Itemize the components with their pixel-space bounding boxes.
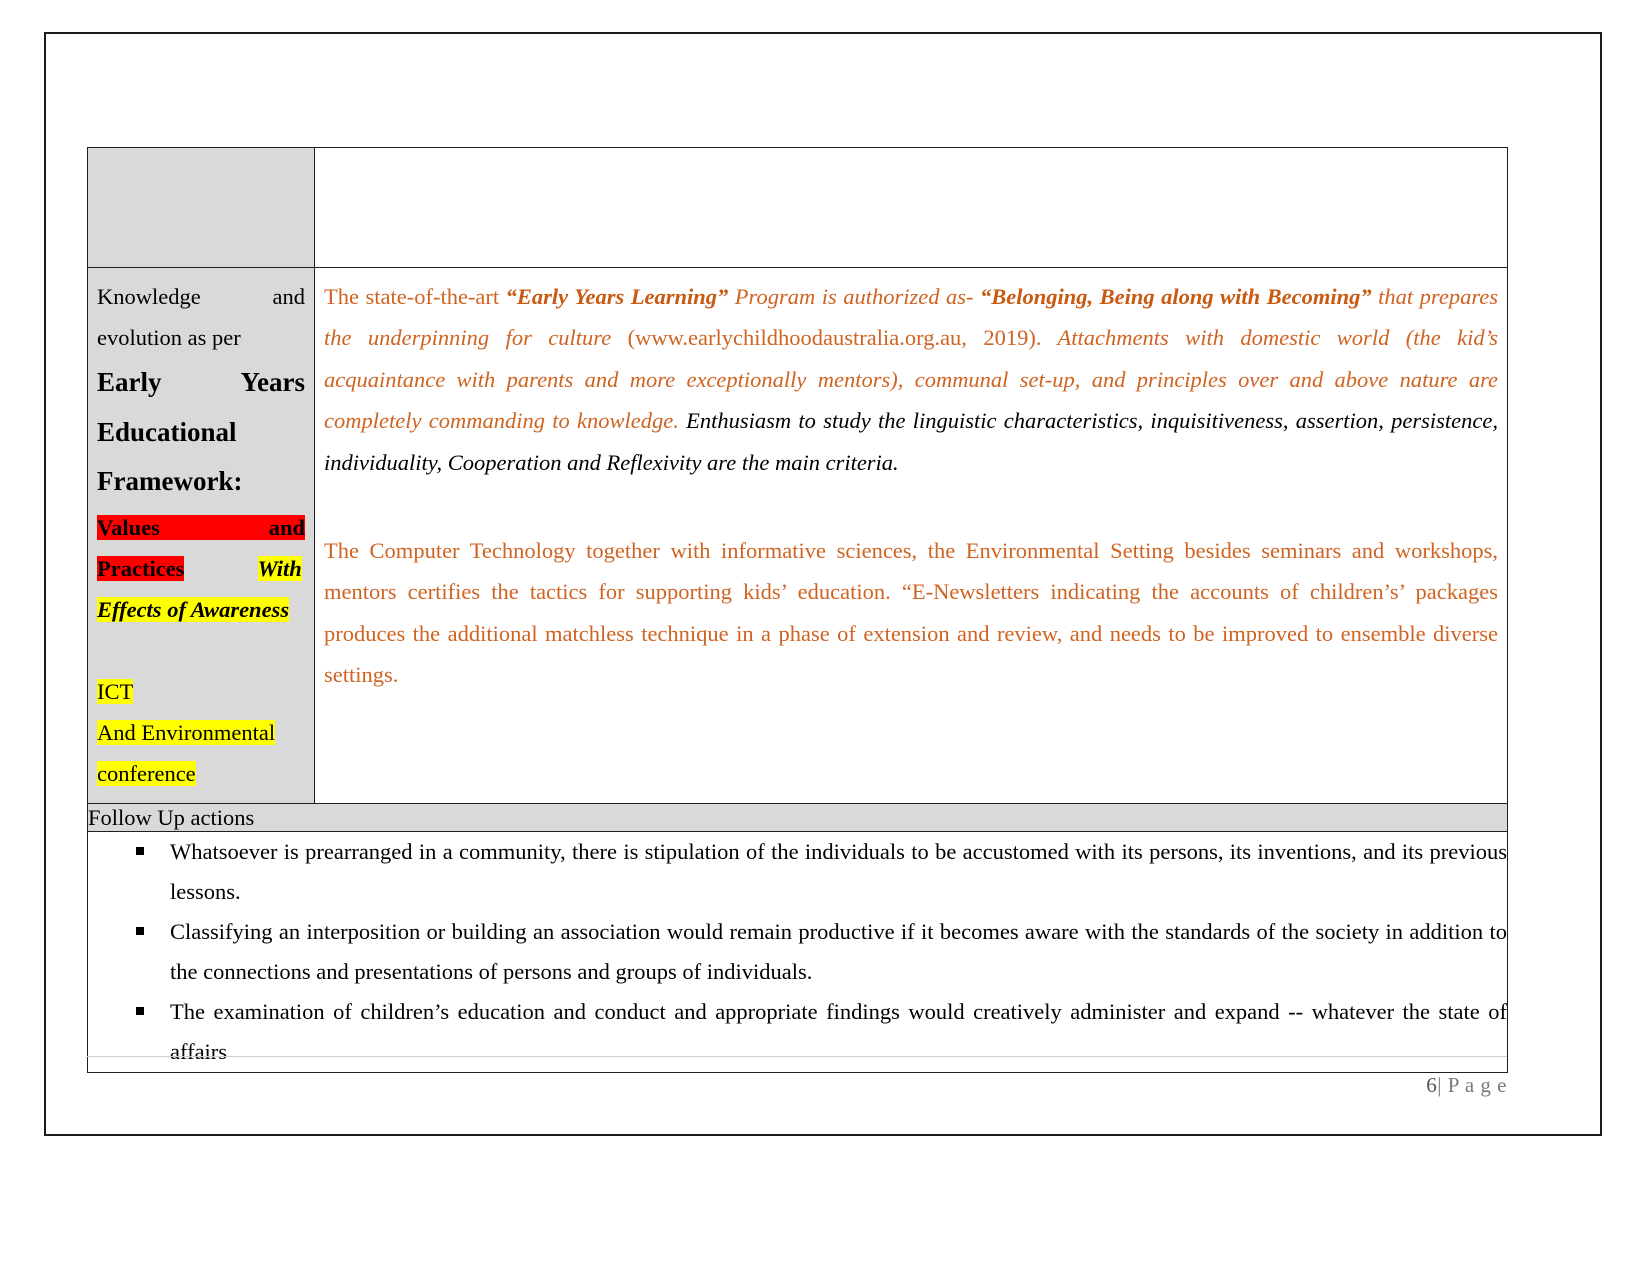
bullet-square-icon <box>136 846 144 855</box>
label-with-highlight: With <box>257 555 302 581</box>
label-effects-row: Effects of Awareness <box>97 589 305 630</box>
list-item: Classifying an interposition or building… <box>89 912 1507 992</box>
p1-seg-program-authorized: Program is authorized as- <box>728 284 980 309</box>
table-row-bullets: Whatsoever is prearranged in a community… <box>87 830 1508 1073</box>
label-line-evolution: evolution as per <box>97 325 241 351</box>
table-row-spacer <box>87 147 1508 268</box>
label-conference-highlight: conference <box>97 761 196 787</box>
list-item-text: The examination of children’s education … <box>170 998 1507 1064</box>
label-heading-educational: Educational <box>97 416 237 447</box>
label-heading-early-years: Early Years <box>97 367 305 398</box>
label-heading-framework: Framework: <box>97 466 243 497</box>
label-practices-with-row: Practices With <box>97 548 305 589</box>
label-and-environmental-row: And Environmental <box>97 712 305 753</box>
label-practices-highlight: Practices <box>97 555 185 581</box>
footer-divider <box>87 1056 1507 1057</box>
label-values-and-row: Values and <box>97 507 305 548</box>
spacer-body-cell <box>314 147 1508 268</box>
body-paragraph-1: The state-of-the-art “Early Years Learni… <box>324 276 1498 483</box>
label-ict-highlight: ICT <box>97 679 134 705</box>
p1-seg-citation: (www.earlychildhoodaustralia.org.au, 201… <box>627 325 1042 351</box>
page-content-area: Knowledge and evolution as per Early Yea… <box>68 34 1538 1134</box>
label-ict-row: ICT <box>97 671 305 712</box>
framework-table: Knowledge and evolution as per Early Yea… <box>87 147 1508 1073</box>
label-conference-row: conference <box>97 753 305 794</box>
table-row-followup-header: Follow Up actions <box>87 802 1508 832</box>
list-item-text: Whatsoever is prearranged in a community… <box>170 838 1507 904</box>
spacer-body-content <box>315 148 1507 267</box>
page-footer: 6| P a g e <box>87 1056 1507 1098</box>
body-paragraph-2: The Computer Technology together with in… <box>324 537 1498 688</box>
label-effects-highlight: Effects of Awareness <box>97 596 290 622</box>
list-item-text: Classifying an interposition or building… <box>170 918 1507 984</box>
footer-page-number: 6 <box>1426 1073 1438 1097</box>
label-practices-gap <box>184 556 257 581</box>
label-values-and-highlight: Values and <box>97 514 305 540</box>
footer-separator: | <box>1437 1073 1442 1097</box>
spacer-label-content <box>88 148 314 267</box>
framework-label-cell: Knowledge and evolution as per Early Yea… <box>87 267 315 804</box>
framework-label-content: Knowledge and evolution as per Early Yea… <box>88 268 314 803</box>
label-blank-spacer <box>97 630 305 671</box>
bullets-cell: Whatsoever is prearranged in a community… <box>87 830 1508 1073</box>
p1-seg-state-of-the-art: The state-of-the-art <box>324 284 506 309</box>
followup-bullet-list: Whatsoever is prearranged in a community… <box>89 832 1507 1071</box>
bullet-square-icon <box>136 1006 144 1015</box>
document-page: Knowledge and evolution as per Early Yea… <box>44 32 1602 1136</box>
table-row-main: Knowledge and evolution as per Early Yea… <box>87 267 1508 804</box>
framework-body-cell: The state-of-the-art “Early Years Learni… <box>314 267 1508 804</box>
footer-page-indicator: 6| P a g e <box>87 1073 1507 1098</box>
footer-page-word: P a g e <box>1447 1073 1507 1097</box>
p1-seg-early-years-learning: “Early Years Learning” <box>505 284 729 309</box>
list-item: Whatsoever is prearranged in a community… <box>89 832 1507 912</box>
p1-seg-belonging-being-becoming: “Belonging, Being along with Becoming” <box>979 284 1372 309</box>
followup-header-cell: Follow Up actions <box>87 802 1508 832</box>
label-line-knowledge: Knowledge and <box>97 284 305 309</box>
framework-body-content: The state-of-the-art “Early Years Learni… <box>315 268 1507 704</box>
label-and-environmental-highlight: And Environmental <box>97 720 276 746</box>
bullet-square-icon <box>136 926 144 935</box>
spacer-label-cell <box>87 147 315 268</box>
followup-title: Follow Up actions <box>88 804 255 830</box>
